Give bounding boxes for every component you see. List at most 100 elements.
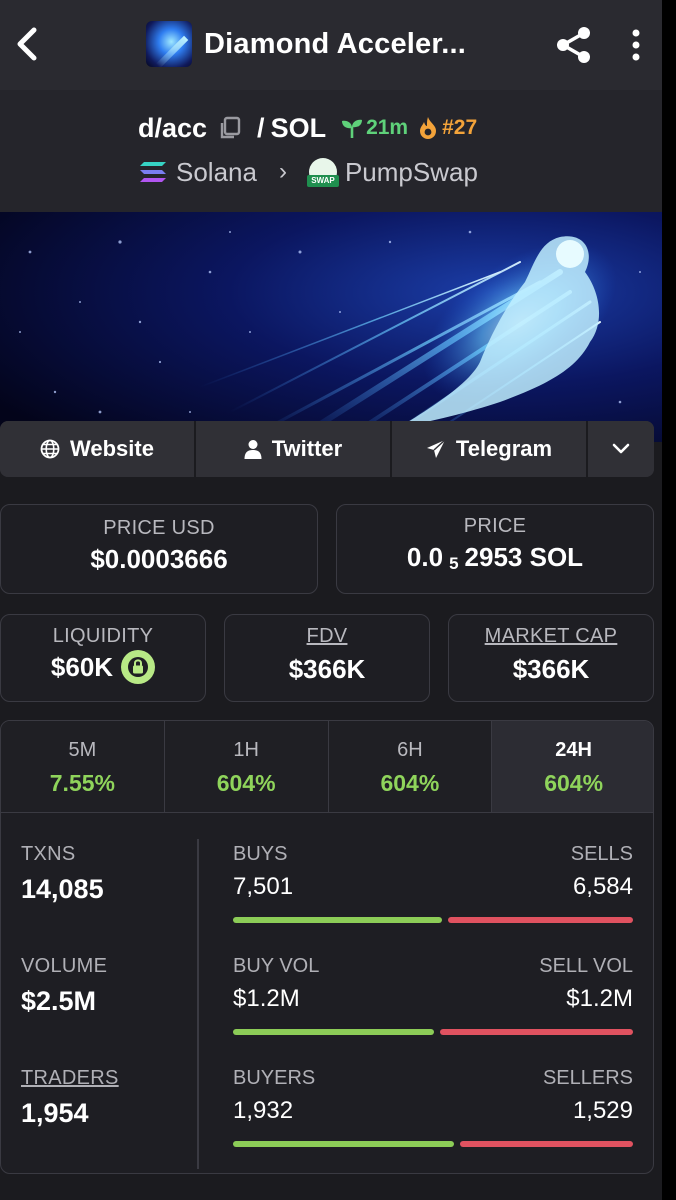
price-usd-value: $0.0003666	[90, 544, 228, 574]
share-button[interactable]	[553, 24, 595, 66]
price-native-card: PRICE 0.0 5 2953 SOL	[336, 504, 654, 594]
sell-bar	[460, 1141, 633, 1147]
trending-rank: #27	[418, 116, 477, 140]
timeframe-stats-panel: 5M 7.55% 1H 604% 6H 604% 24H 604% TXNS 1…	[0, 720, 654, 1174]
lock-icon[interactable]	[121, 650, 156, 684]
sellers-label: SELLERS	[542, 1067, 633, 1089]
dex-name[interactable]: PumpSwap	[345, 157, 478, 188]
price-native-suffix: 2953 SOL	[464, 542, 584, 572]
column-divider	[197, 839, 199, 1169]
sell-vol-value: $1.2M	[566, 985, 633, 1012]
buy-bar	[233, 1029, 434, 1035]
telegram-link-button[interactable]: Telegram	[392, 421, 588, 477]
solana-icon	[140, 162, 166, 182]
quote-symbol: SOL	[270, 112, 327, 143]
banner-artwork	[0, 212, 662, 442]
twitter-link-button[interactable]: Twitter	[196, 421, 392, 477]
back-button[interactable]	[10, 22, 46, 66]
tab-6h[interactable]: 6H 604%	[328, 721, 493, 812]
liquidity-card: LIQUIDITY $60K	[0, 614, 206, 702]
timeframe-tabs: 5M 7.55% 1H 604% 6H 604% 24H 604%	[1, 721, 653, 813]
liquidity-row: $60K	[1, 650, 205, 684]
page-title: Diamond Acceler...	[204, 27, 467, 60]
pair-detail-screen: Diamond Acceler... d/acc / SOL 21m #27 S…	[0, 0, 662, 1200]
tab-change: 604%	[216, 770, 276, 796]
traders-label: TRADERS	[21, 1067, 119, 1089]
traders-stat[interactable]: TRADERS 1,954	[21, 1067, 181, 1129]
buy-sell-volume-split: BUY VOL SELL VOL $1.2M $1.2M	[233, 955, 633, 1045]
price-native-prefix: 0.0	[406, 542, 444, 572]
tab-label: 6H	[397, 739, 423, 761]
more-options-button[interactable]	[624, 24, 648, 66]
tab-label: 1H	[233, 739, 259, 761]
rank-text: #27	[442, 116, 478, 139]
buy-bar	[233, 917, 442, 923]
traders-ratio-bar	[233, 1141, 633, 1147]
chevron-left-icon	[17, 27, 37, 61]
sells-label: SELLS	[570, 843, 633, 865]
buy-vol-label: BUY VOL	[233, 955, 320, 977]
pair-header	[0, 90, 662, 212]
market-cap-value: $366K	[512, 654, 590, 684]
price-native-zeros: 5	[449, 553, 459, 573]
pair-separator: /	[257, 112, 265, 143]
tab-24h[interactable]: 24H 604%	[492, 721, 653, 812]
volume-label: VOLUME	[21, 955, 108, 977]
chain-dex-row: Solana › SWAP PumpSwap	[138, 154, 478, 190]
send-icon	[426, 439, 446, 458]
age-text: 21m	[366, 116, 409, 139]
title-group: Diamond Acceler...	[146, 21, 467, 67]
tab-5m[interactable]: 5M 7.55%	[1, 721, 165, 812]
sells-value: 6,584	[572, 873, 633, 900]
buy-bar	[233, 1141, 454, 1147]
market-cap-card[interactable]: MARKET CAP $366K	[448, 614, 654, 702]
globe-icon	[40, 439, 60, 459]
buy-sell-ratio-bar	[233, 917, 633, 923]
buyers-value: 1,932	[233, 1097, 294, 1124]
telegram-label: Telegram	[455, 436, 553, 461]
chain-name[interactable]: Solana	[176, 157, 257, 188]
website-label: Website	[70, 436, 154, 461]
buys-label: BUYS	[233, 843, 288, 865]
buy-vol-value: $1.2M	[233, 985, 300, 1012]
fdv-label: FDV	[306, 625, 348, 647]
fdv-card[interactable]: FDV $366K	[224, 614, 430, 702]
chevron-right-icon: ›	[278, 158, 287, 185]
sell-bar	[440, 1029, 633, 1035]
website-link-button[interactable]: Website	[0, 421, 196, 477]
price-native-value: 0.0 5 2953 SOL	[337, 542, 653, 573]
market-cap-label: MARKET CAP	[484, 625, 618, 647]
twitter-label: Twitter	[271, 436, 343, 461]
top-app-bar: Diamond Acceler...	[0, 0, 662, 90]
tab-change: 604%	[380, 770, 440, 796]
token-banner-image	[0, 212, 662, 442]
tab-1h[interactable]: 1H 604%	[164, 721, 329, 812]
user-icon	[244, 440, 262, 459]
txns-stat: TXNS 14,085	[21, 843, 181, 905]
pumpswap-icon: SWAP	[306, 158, 339, 187]
tab-label: 24H	[555, 739, 592, 761]
liquidity-label: LIQUIDITY	[52, 625, 154, 647]
token-avatar	[146, 21, 192, 67]
price-native-label: PRICE	[463, 515, 527, 537]
volume-stat: VOLUME $2.5M	[21, 955, 181, 1017]
pair-row: d/acc / SOL 21m #27	[138, 110, 477, 146]
fdv-value: $366K	[288, 654, 366, 684]
more-vertical-icon	[632, 29, 640, 61]
buyers-sellers-split: BUYERS SELLERS 1,932 1,529	[233, 1067, 633, 1157]
volume-value: $2.5M	[21, 986, 97, 1016]
more-links-dropdown[interactable]	[588, 421, 654, 477]
social-links-bar: Website Twitter Telegram	[0, 421, 654, 477]
dex-badge-text: SWAP	[306, 175, 339, 187]
pair-age: 21m	[340, 116, 408, 140]
copy-icon[interactable]	[217, 115, 243, 141]
price-usd-label: PRICE USD	[103, 517, 215, 539]
buys-value: 7,501	[233, 873, 294, 900]
txns-value: 14,085	[21, 874, 104, 904]
tab-change: 604%	[544, 770, 604, 796]
volume-ratio-bar	[233, 1029, 633, 1035]
liquidity-value: $60K	[50, 651, 114, 682]
chevron-down-icon	[612, 443, 630, 454]
tab-label: 5M	[68, 739, 97, 761]
txns-label: TXNS	[21, 843, 76, 865]
